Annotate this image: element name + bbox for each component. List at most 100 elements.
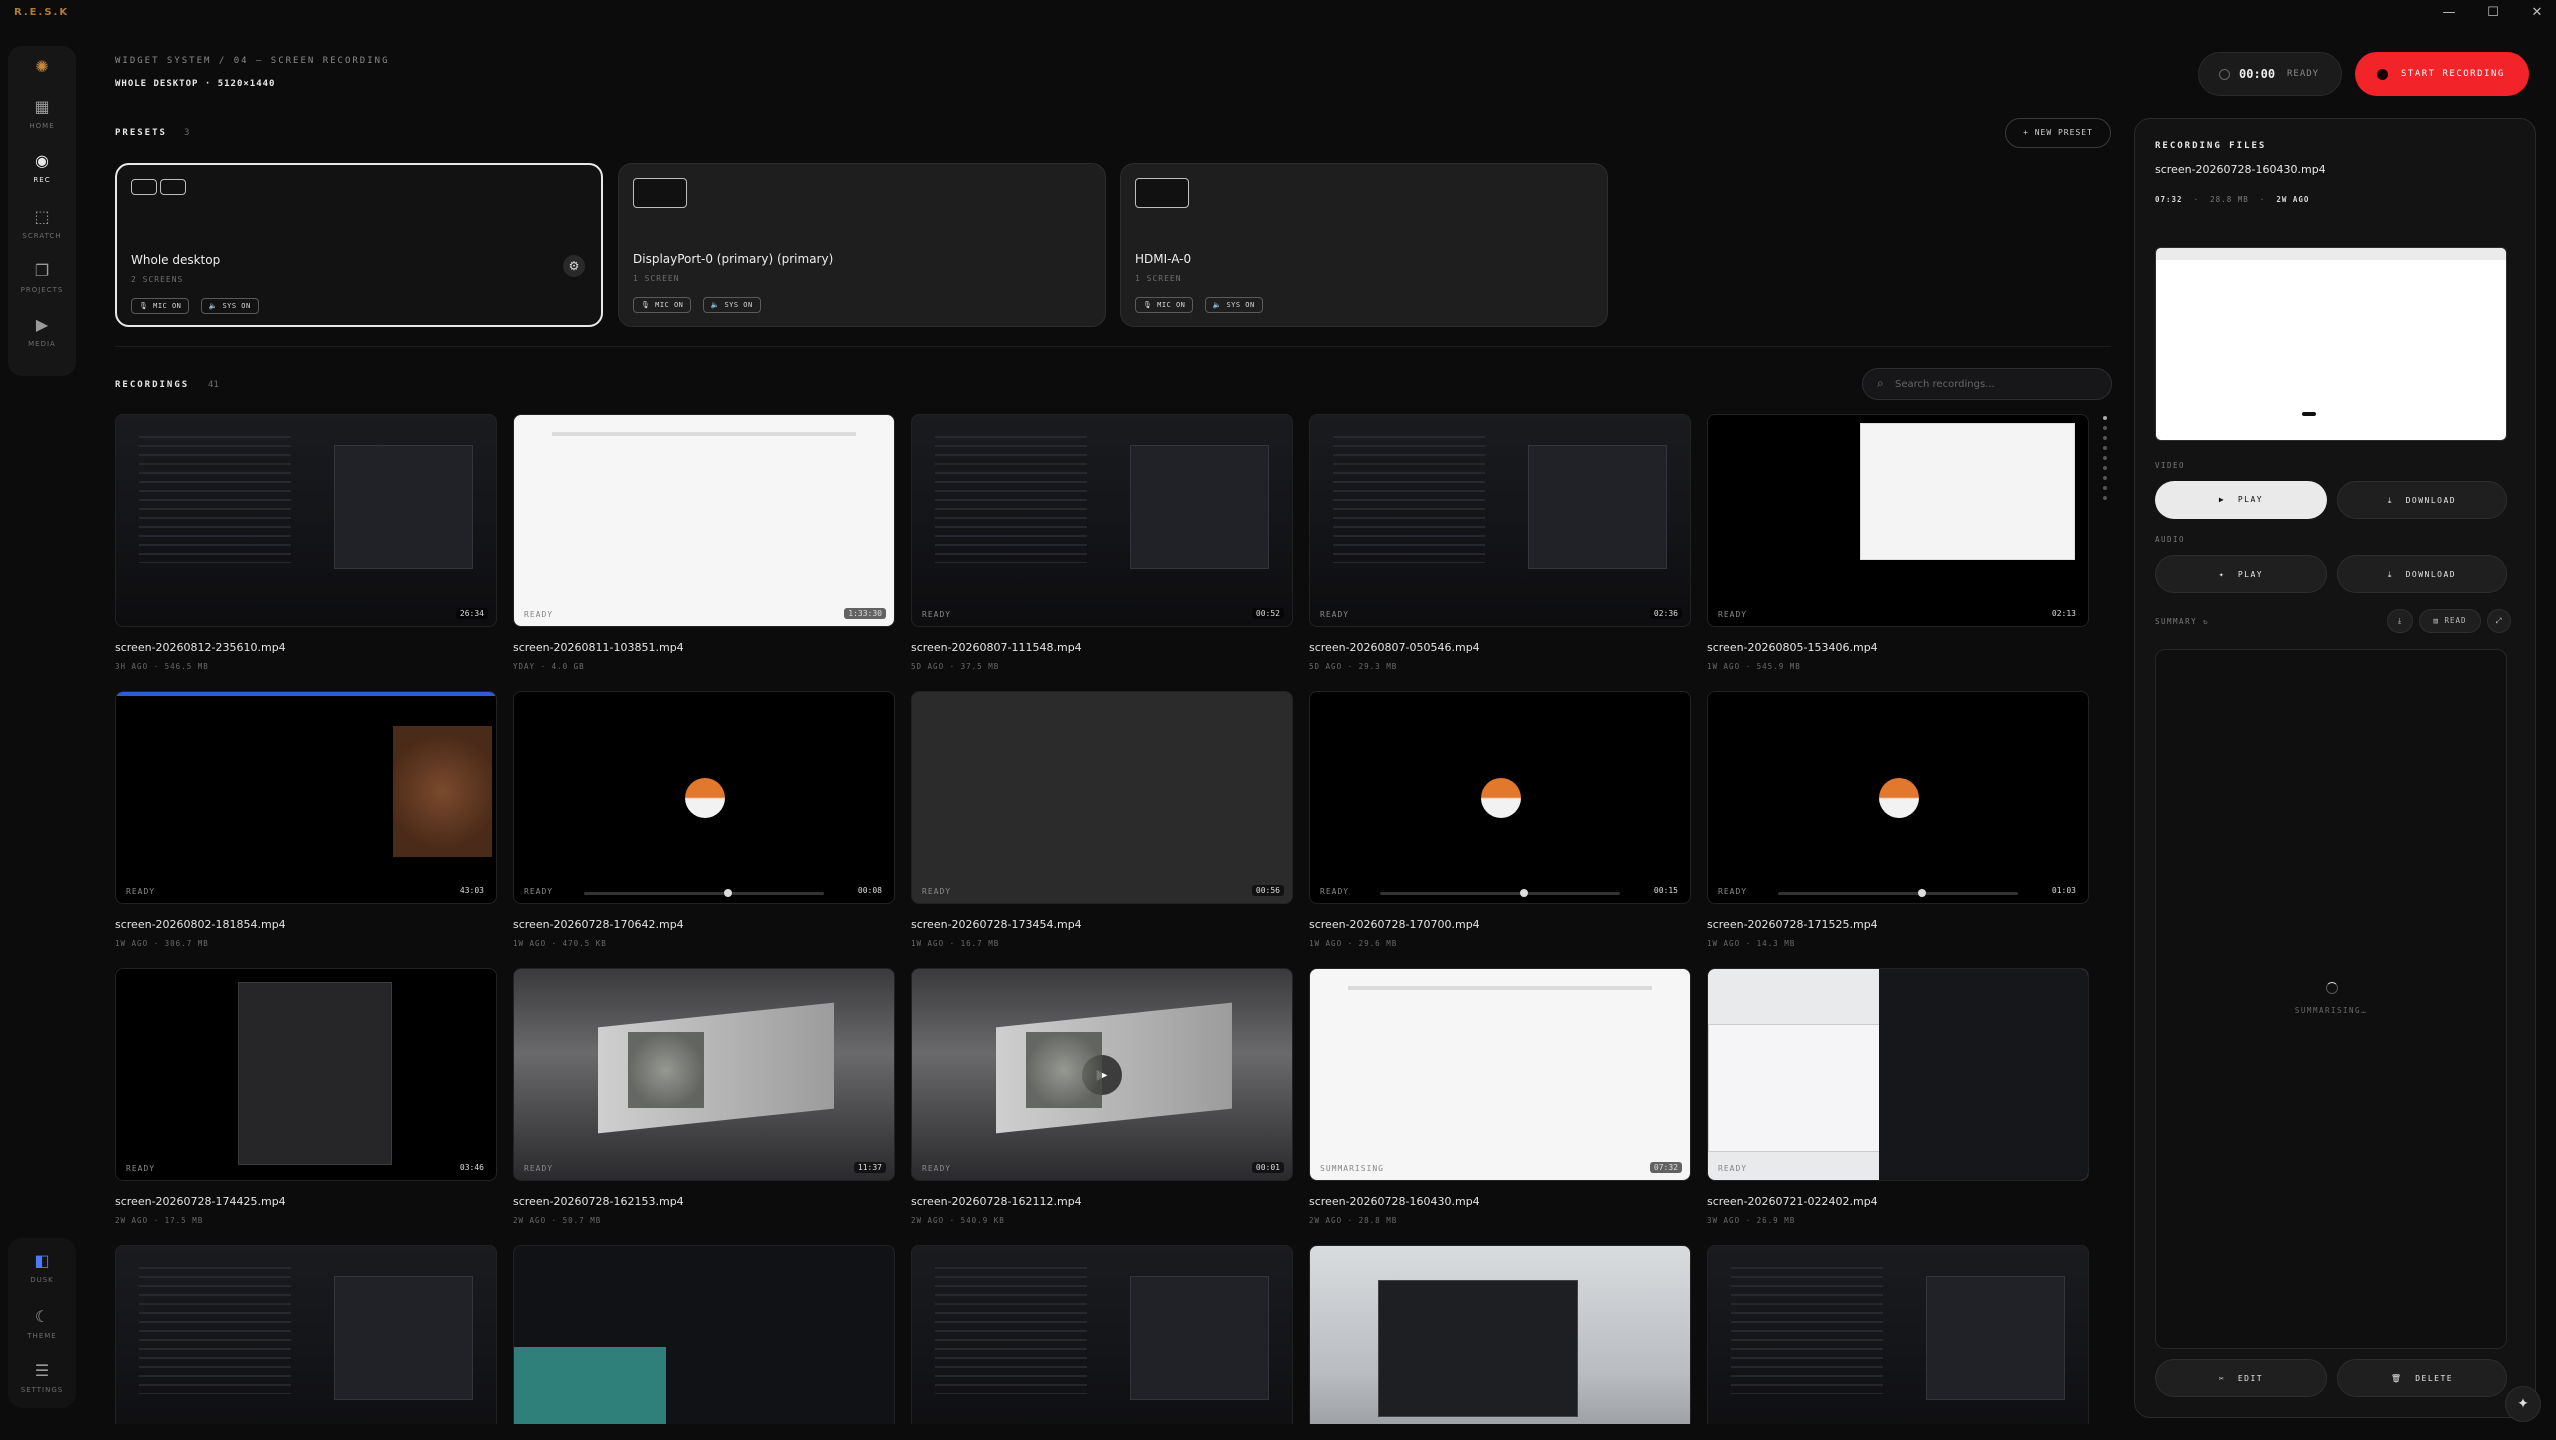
summary-box: SUMMARISING… — [2155, 649, 2507, 1349]
recording-thumbnail[interactable]: READY 03:46 — [115, 968, 497, 1181]
recording-thumbnail[interactable]: READY 1:33:30 — [513, 414, 895, 627]
recording-card[interactable]: READY 11:37 screen-20260728-162153.mp4 2W A… — [513, 968, 895, 1225]
recording-meta: 2W AGO · 50.7 MB — [513, 1216, 602, 1225]
preset-card-displayport[interactable]: DisplayPort-0 (primary) (primary) 1 SCRE… — [618, 163, 1106, 327]
recording-thumbnail[interactable]: READY 43:03 — [115, 691, 497, 904]
recording-thumbnail[interactable]: READY 11:37 — [513, 968, 895, 1181]
recording-card[interactable]: READY13:24screen-20260721-020340.mp43W A… — [513, 1245, 895, 1424]
assistant-sparkle-button[interactable]: ✦ — [2505, 1386, 2541, 1422]
expand-icon[interactable]: ⤢ — [2487, 609, 2511, 633]
edit-button[interactable]: ✂ EDIT — [2155, 1359, 2327, 1397]
sidebar-logo[interactable]: ✺ — [8, 56, 76, 78]
recording-card[interactable]: READY 00:08 screen-20260728-170642.mp4 1W A… — [513, 691, 895, 948]
play-icon[interactable]: ▶ — [1082, 1055, 1122, 1095]
duration-label: 1:33:30 — [844, 608, 886, 619]
close-icon[interactable]: ✕ — [2528, 4, 2546, 22]
recording-thumbnail[interactable]: READY 04:11 — [1707, 968, 2089, 1181]
recording-card[interactable]: 2026-07-08 19-50-48.mp4JUL 8 · 4.8 MB — [1309, 1245, 1691, 1424]
recording-filename: screen-20260728-174425.mp4 — [115, 1195, 286, 1208]
sidebar-item-projects[interactable]: ❐ PROJECTS — [8, 260, 76, 294]
recording-card[interactable]: READY 02:13 screen-20260805-153406.mp4 1W A… — [1707, 414, 2089, 671]
summary-download-icon[interactable]: ⤓ — [2387, 609, 2413, 633]
recording-card[interactable]: READY 03:46 screen-20260728-174425.mp4 2W A… — [115, 968, 497, 1225]
recording-thumbnail[interactable]: READY 00:08 — [513, 691, 895, 904]
screen-layout-icon — [131, 179, 189, 199]
audio-download-button[interactable]: ⤓ DOWNLOAD — [2337, 555, 2507, 593]
recording-thumbnail[interactable]: READY00:15 — [1309, 691, 1691, 904]
status-dot-icon — [2219, 69, 2230, 80]
recording-card[interactable]: READY00:152026-07-08 19-49-42.mp4JUL 8 ·… — [1707, 1245, 2089, 1424]
status-badge: READY — [922, 610, 952, 619]
recording-thumbnail[interactable]: READY 00:56 — [911, 691, 1293, 904]
recording-thumbnail[interactable]: SUMMARISING 07:32 — [1309, 968, 1691, 1181]
new-preset-button[interactable]: + NEW PRESET — [2005, 118, 2111, 148]
sys-audio-badge[interactable]: 🔈 SYS ON — [200, 298, 259, 314]
sidebar-item-theme[interactable]: ☾ THEME — [8, 1306, 76, 1340]
start-recording-button[interactable]: START RECORDING — [2355, 52, 2529, 96]
sidebar-item-media[interactable]: ▶ MEDIA — [8, 314, 76, 348]
recording-card[interactable]: 26:34 screen-20260812-235610.mp4 3H AGO · … — [115, 414, 497, 671]
recording-thumbnail[interactable]: READY 01:03 — [1707, 691, 2089, 904]
search-box[interactable]: ⌕ — [1862, 368, 2112, 400]
recording-card[interactable]: READY 00:52 screen-20260807-111548.mp4 5D A… — [911, 414, 1293, 671]
video-play-button[interactable]: ▶ PLAY — [2155, 481, 2327, 519]
mic-badge[interactable]: 🎙 MIC ON — [633, 297, 692, 313]
recording-card[interactable]: READY 02:36 screen-20260807-050546.mp4 5D A… — [1309, 414, 1691, 671]
recording-card[interactable]: READY 01:03 screen-20260728-171525.mp4 1W A… — [1707, 691, 2089, 948]
sys-audio-badge[interactable]: 🔈 SYS ON — [1204, 297, 1263, 313]
recording-card[interactable]: READY 1:33:30 screen-20260811-103851.mp4 YD… — [513, 414, 895, 671]
page-subtitle: WHOLE DESKTOP · 5120×1440 — [115, 79, 276, 89]
recording-filename: screen-20260728-162153.mp4 — [513, 1195, 684, 1208]
maximize-icon[interactable]: ☐ — [2484, 4, 2502, 22]
status-badge: READY — [126, 887, 156, 896]
recording-thumbnail[interactable]: READY13:24 — [513, 1245, 895, 1424]
recording-thumbnail[interactable]: 01:28 — [115, 1245, 497, 1424]
delete-button[interactable]: 🗑 DELETE — [2337, 1359, 2507, 1397]
recording-card[interactable]: READY 04:11 screen-20260721-022402.mp4 3W A… — [1707, 968, 2089, 1225]
recording-thumbnail[interactable]: ▶ READY 00:01 — [911, 968, 1293, 1181]
recording-thumbnail[interactable] — [1309, 1245, 1691, 1424]
recording-thumbnail[interactable]: READY 00:52 — [911, 414, 1293, 627]
duration-label: 07:32 — [1649, 1162, 1682, 1173]
preset-card-hdmi[interactable]: HDMI-A-0 1 SCREEN 🎙 MIC ON 🔈 SYS ON — [1120, 163, 1608, 327]
recording-filename: screen-20260728-171525.mp4 — [1707, 918, 1878, 931]
recording-meta: 2W AGO · 28.8 MB — [1309, 1216, 1398, 1225]
video-preview[interactable] — [2155, 247, 2507, 441]
recording-thumbnail[interactable]: READY00:15 — [1707, 1245, 2089, 1424]
recording-meta: 1W AGO · 29.6 MB — [1309, 939, 1398, 948]
recording-thumbnail[interactable]: READY 02:36 — [1309, 414, 1691, 627]
recording-thumbnail[interactable]: READY 02:13 — [1707, 414, 2089, 627]
recording-card[interactable]: READY 00:15 screen-20260728-170700.mp4 1W A… — [1309, 691, 1691, 948]
recording-meta: YDAY · 4.0 GB — [513, 662, 585, 671]
recording-card[interactable]: ▶ READY 00:01 screen-20260728-162112.mp4 2W … — [911, 968, 1293, 1225]
recording-card[interactable]: SUMMARISING 07:32 screen-20260728-160430.m… — [1309, 968, 1691, 1225]
recording-thumbnail[interactable]: 26:34 — [115, 414, 497, 627]
mic-badge[interactable]: 🎙 MIC ON — [1135, 297, 1194, 313]
mic-badge[interactable]: 🎙 MIC ON — [131, 298, 190, 314]
recording-thumbnail[interactable]: READY00:37 — [911, 1245, 1293, 1424]
sidebar-item-settings[interactable]: ☰ SETTINGS — [8, 1360, 76, 1394]
sidebar-item-home[interactable]: ▦ HOME — [8, 96, 76, 130]
scroll-indicator[interactable] — [2103, 414, 2109, 1414]
audio-play-button[interactable]: ✦ PLAY — [2155, 555, 2327, 593]
gear-icon[interactable]: ⚙ — [563, 255, 585, 277]
status-badge: READY — [126, 1164, 156, 1173]
duration-label: 00:52 — [1251, 608, 1284, 619]
summary-read-button[interactable]: ▤ READ — [2419, 609, 2481, 633]
search-input[interactable] — [1895, 375, 2095, 393]
sidebar-item-dusk[interactable]: ◧ DUSK — [8, 1250, 76, 1284]
sys-audio-badge[interactable]: 🔈 SYS ON — [702, 297, 761, 313]
status-badge: READY — [524, 610, 554, 619]
sidebar-item-label: HOME — [29, 122, 55, 130]
preset-card-whole-desktop[interactable]: Whole desktop 2 SCREENS 🎙 MIC ON 🔈 SYS O… — [115, 163, 603, 327]
sidebar-item-scratch[interactable]: ⬚ SCRATCH — [8, 206, 76, 240]
recording-card[interactable]: 01:28screen-20260721-022201.mp43W AGO · … — [115, 1245, 497, 1424]
minimize-icon[interactable]: — — [2440, 4, 2458, 22]
recording-card[interactable]: READY00:372026-07-09 00-09-33.mp4JUL 9 ·… — [911, 1245, 1293, 1424]
recording-card[interactable]: READY 43:03 screen-20260802-181854.mp4 1W A… — [115, 691, 497, 948]
recording-card[interactable]: READY 00:56 screen-20260728-173454.mp4 1W A… — [911, 691, 1293, 948]
sidebar-item-rec[interactable]: ◉ REC — [8, 150, 76, 184]
video-download-button[interactable]: ⤓ DOWNLOAD — [2337, 481, 2507, 519]
start-recording-label: START RECORDING — [2401, 69, 2505, 79]
duration-label: 00:01 — [1251, 1162, 1284, 1173]
